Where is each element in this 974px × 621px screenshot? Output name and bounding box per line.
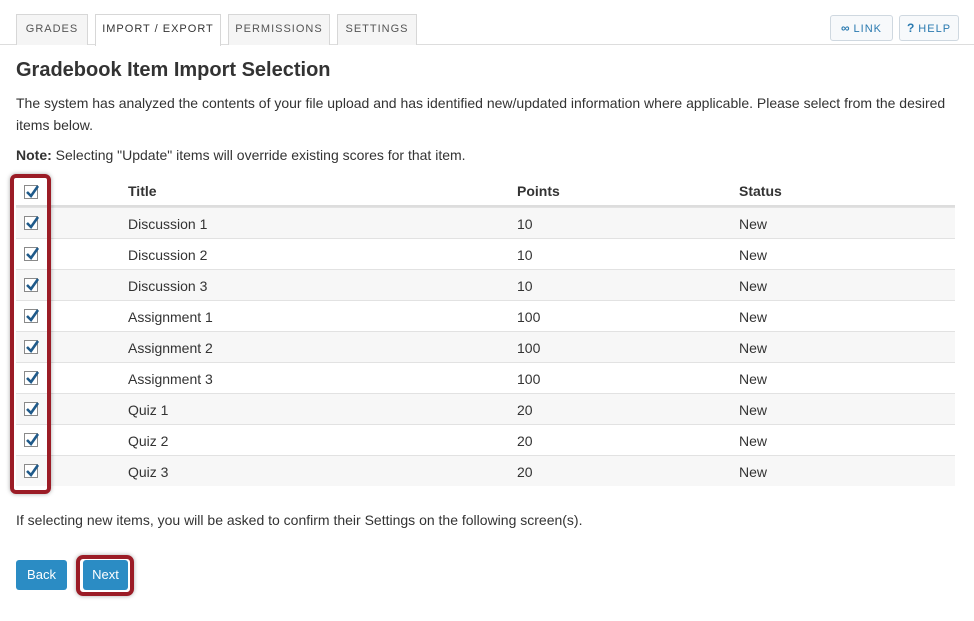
checkmark-icon: [26, 464, 39, 478]
row-title: Assignment 2: [128, 340, 213, 356]
row-status: New: [739, 309, 768, 325]
note-label: Note:: [16, 147, 52, 163]
checkmark-icon: [26, 185, 39, 199]
checkmark-icon: [26, 371, 39, 385]
header-points: Points: [517, 183, 560, 199]
checkmark-icon: [26, 309, 39, 323]
row-checkbox[interactable]: [24, 247, 39, 261]
tab-grades[interactable]: GRADES: [16, 14, 88, 45]
row-title: Quiz 3: [128, 464, 169, 480]
row-title: Assignment 3: [128, 371, 213, 387]
question-icon: ?: [906, 21, 916, 35]
row-status: New: [739, 247, 768, 263]
row-title: Assignment 1: [128, 309, 213, 325]
tab-import-export[interactable]: IMPORT / EXPORT: [95, 14, 221, 46]
header-status: Status: [739, 183, 782, 199]
row-points: 10: [517, 278, 533, 294]
table-row: Assignment 1 100 New: [16, 300, 955, 331]
checkmark-icon: [26, 340, 39, 354]
table-row: Discussion 2 10 New: [16, 238, 955, 269]
table-header: Title Points Status: [16, 175, 955, 207]
intro-text: The system has analyzed the contents of …: [16, 95, 946, 133]
row-checkbox[interactable]: [24, 402, 39, 416]
row-points: 10: [517, 216, 533, 232]
row-checkbox[interactable]: [24, 340, 39, 354]
row-points: 20: [517, 433, 533, 449]
row-status: New: [739, 278, 768, 294]
checkmark-icon: [26, 216, 39, 230]
row-checkbox[interactable]: [24, 216, 39, 230]
import-items-table: Title Points Status Discussion 1 10 New Dis…: [16, 175, 955, 486]
row-checkbox[interactable]: [24, 433, 39, 447]
tab-permissions[interactable]: PERMISSIONS: [228, 14, 330, 45]
page-title: Gradebook Item Import Selection: [16, 59, 331, 81]
row-checkbox[interactable]: [24, 278, 39, 292]
header-title: Title: [128, 183, 157, 199]
checkmark-icon: [26, 402, 39, 416]
row-title: Discussion 2: [128, 247, 208, 263]
row-points: 10: [517, 247, 533, 263]
table-row: Assignment 3 100 New: [16, 362, 955, 393]
link-icon: ∞: [840, 21, 851, 35]
row-status: New: [739, 402, 768, 418]
row-checkbox[interactable]: [24, 464, 39, 478]
table-row: Discussion 1 10 New: [16, 207, 955, 238]
help-button[interactable]: ? HELP: [899, 15, 959, 41]
link-button[interactable]: ∞ LINK: [830, 15, 893, 41]
row-status: New: [739, 464, 768, 480]
row-points: 100: [517, 340, 541, 356]
tab-settings[interactable]: SETTINGS: [337, 14, 417, 45]
next-button[interactable]: Next: [83, 560, 128, 590]
back-button[interactable]: Back: [16, 560, 67, 590]
row-status: New: [739, 340, 768, 356]
row-checkbox[interactable]: [24, 371, 39, 385]
table-row: Assignment 2 100 New: [16, 331, 955, 362]
row-checkbox[interactable]: [24, 309, 39, 323]
select-all-checkbox[interactable]: [24, 185, 39, 199]
table-row: Discussion 3 10 New: [16, 269, 955, 300]
table-row: Quiz 3 20 New: [16, 455, 955, 486]
row-points: 100: [517, 309, 541, 325]
checkmark-icon: [26, 247, 39, 261]
row-title: Quiz 1: [128, 402, 169, 418]
row-title: Quiz 2: [128, 433, 169, 449]
row-points: 100: [517, 371, 541, 387]
footnote-text: If selecting new items, you will be aske…: [16, 512, 583, 528]
tab-bar: GRADES IMPORT / EXPORT PERMISSIONS SETTI…: [0, 0, 974, 46]
row-status: New: [739, 371, 768, 387]
link-label: LINK: [853, 23, 883, 35]
note-body: Selecting "Update" items will override e…: [51, 147, 466, 163]
help-label: HELP: [918, 23, 952, 35]
row-title: Discussion 3: [128, 278, 208, 294]
table-row: Quiz 2 20 New: [16, 424, 955, 455]
row-title: Discussion 1: [128, 216, 208, 232]
note-text: Note: Selecting "Update" items will over…: [16, 147, 466, 163]
checkmark-icon: [26, 278, 39, 292]
row-status: New: [739, 216, 768, 232]
row-status: New: [739, 433, 768, 449]
checkmark-icon: [26, 433, 39, 447]
row-points: 20: [517, 402, 533, 418]
row-points: 20: [517, 464, 533, 480]
table-row: Quiz 1 20 New: [16, 393, 955, 424]
